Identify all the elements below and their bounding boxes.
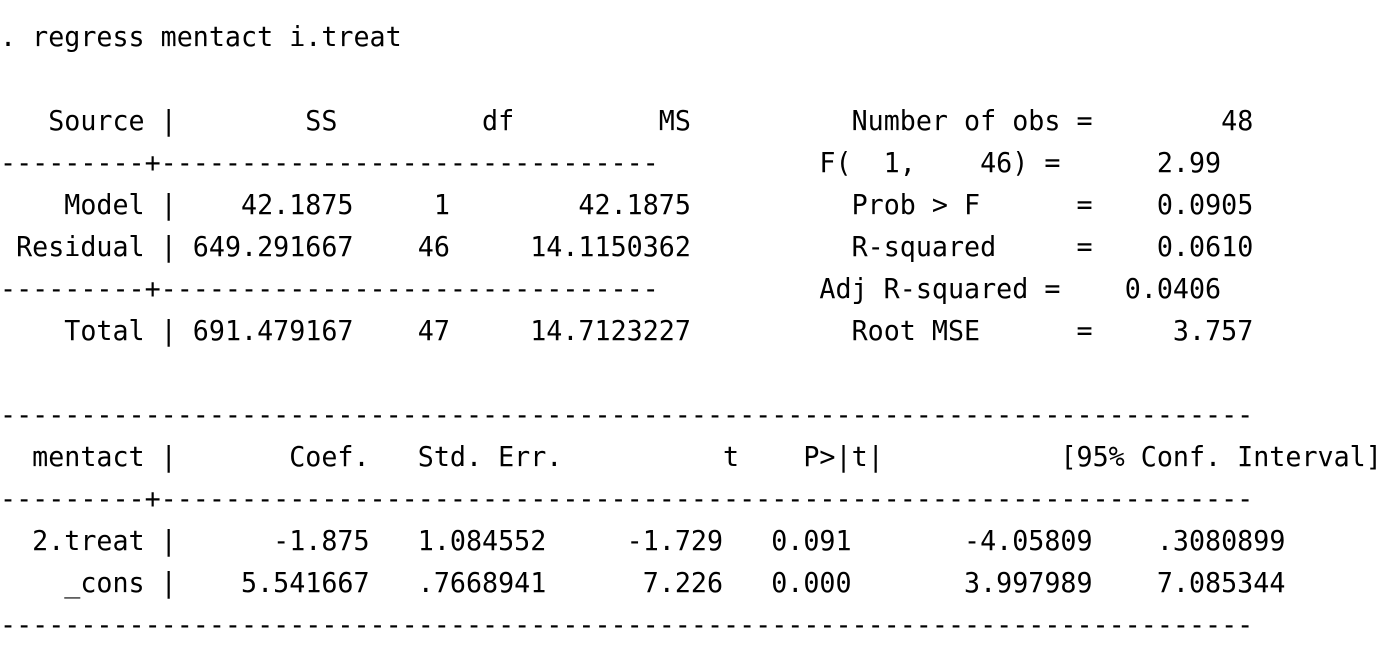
coef-table-separator: ---------+------------------------------… (0, 482, 1254, 515)
anova-separator: ---------+------------------------------… (0, 146, 1222, 179)
coef-table-row: 2.treat | -1.875 1.084552 -1.729 0.091 -… (0, 524, 1286, 557)
stat-value: 3.757 (1108, 314, 1254, 347)
dependent-variable: mentact (0, 440, 145, 473)
stat-value: 0.0610 (1108, 230, 1254, 263)
stat-label: Root MSE (851, 314, 1077, 347)
anova-row: Residual | 649.291667 46 14.1150362 R-sq… (0, 230, 1254, 263)
ci-low-value: 3.997989 (851, 566, 1093, 599)
anova-total-row: Total | 691.479167 47 14.7123227 Root MS… (0, 314, 1254, 347)
t-value: -1.729 (546, 524, 724, 557)
anova-ms-header: MS (514, 104, 691, 137)
command-line: . regress mentact i.treat (0, 16, 1382, 58)
stat-label: Adj R-squared (819, 272, 1045, 305)
term-name: _cons (0, 566, 145, 599)
coef-table-top-rule: ----------------------------------------… (0, 398, 1254, 431)
coef-value: -1.875 (192, 524, 370, 557)
p-value: 0.091 (723, 524, 852, 557)
coef-table-row: _cons | 5.541667 .7668941 7.226 0.000 3.… (0, 566, 1286, 599)
anova-total-df: 47 (353, 314, 450, 347)
se-header: Std. Err. (369, 440, 563, 473)
anova-df: 46 (353, 230, 450, 263)
p-header: P>|t| (739, 440, 884, 473)
anova-ss: 42.1875 (192, 188, 354, 221)
stat-label: F( 1, 46) (819, 146, 1045, 179)
term-name: 2.treat (0, 524, 145, 557)
command: . regress mentact i.treat (0, 20, 402, 53)
stat-value: 0.0406 (1076, 272, 1222, 305)
se-value: 1.084552 (369, 524, 547, 557)
anova-df: 1 (353, 188, 450, 221)
coef-table-bottom-rule: ----------------------------------------… (0, 608, 1254, 641)
ci-header: [95% Conf. Interval] (883, 440, 1382, 473)
coef-header: Coef. (176, 440, 370, 473)
anova-total-ss: 691.479167 (192, 314, 354, 347)
stat-value: 0.0905 (1108, 188, 1254, 221)
anova-source: Model (0, 188, 145, 221)
se-value: .7668941 (369, 566, 547, 599)
stat-label: Prob > F (851, 188, 1077, 221)
coef-table-header-row: mentact | Coef. Std. Err. t P>|t| [95% C… (0, 440, 1382, 473)
stat-value: 2.99 (1076, 146, 1222, 179)
ci-high-value: 7.085344 (1092, 566, 1286, 599)
anova-total-label: Total (0, 314, 145, 347)
anova-source: Residual (0, 230, 145, 263)
coef-value: 5.541667 (192, 566, 370, 599)
ci-high-value: .3080899 (1092, 524, 1286, 557)
t-value: 7.226 (546, 566, 724, 599)
anova-source-header: Source (0, 104, 145, 137)
stat-value: 48 (1108, 104, 1254, 137)
anova-ss-header: SS (192, 104, 338, 137)
anova-separator: ---------+------------------------------… (0, 272, 1222, 305)
anova-row: Model | 42.1875 1 42.1875 Prob > F = 0.0… (0, 188, 1254, 221)
p-value: 0.000 (723, 566, 852, 599)
anova-header-row: Source | SS df MS Number of obs = 48 (0, 104, 1254, 137)
stat-label: R-squared (851, 230, 1077, 263)
ci-low-value: -4.05809 (851, 524, 1093, 557)
t-header: t (562, 440, 740, 473)
regression-output: . regress mentact i.treat Source | SS df… (0, 16, 1382, 646)
anova-ss: 649.291667 (192, 230, 354, 263)
anova-ms: 42.1875 (449, 188, 691, 221)
anova-df-header: df (337, 104, 515, 137)
stat-label: Number of obs (851, 104, 1077, 137)
anova-total-ms: 14.7123227 (449, 314, 691, 347)
anova-ms: 14.1150362 (449, 230, 691, 263)
